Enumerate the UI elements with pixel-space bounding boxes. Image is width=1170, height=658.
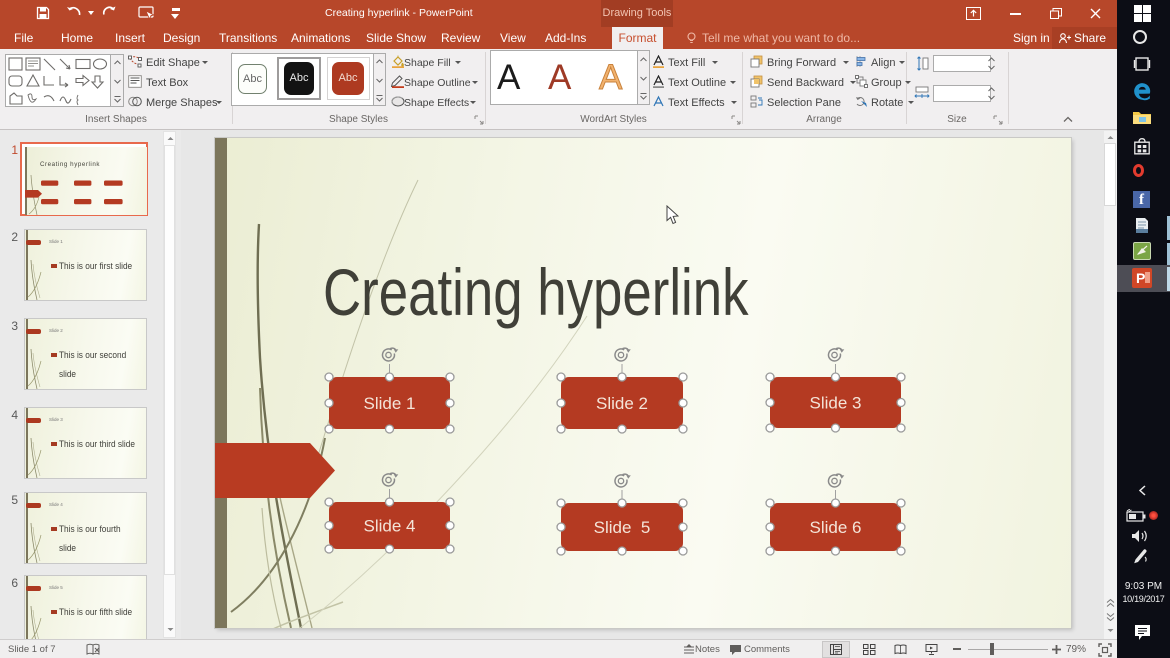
svg-text:Slide 6: Slide 6 [810,518,862,537]
svg-text:Slide 1: Slide 1 [364,394,416,413]
svg-text:Slide 4: Slide 4 [364,517,416,536]
svg-text:Slide 2: Slide 2 [596,394,648,413]
svg-text:Slide 5: Slide 5 [594,518,651,537]
svg-text:Slide 3: Slide 3 [810,394,862,413]
